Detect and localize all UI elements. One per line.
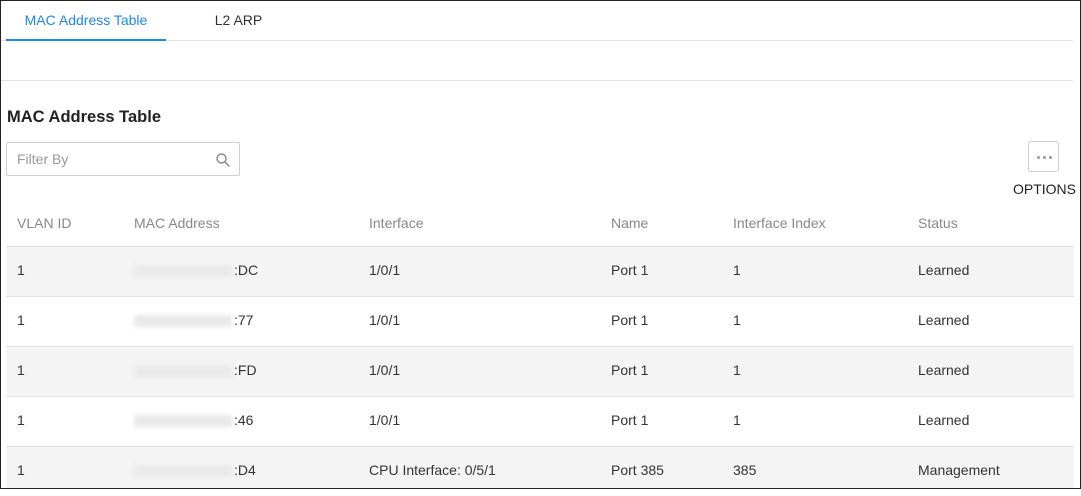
column-header-name[interactable]: Name	[611, 215, 648, 231]
divider	[1, 80, 1073, 81]
index-cell: 1	[733, 312, 741, 328]
name-cell: Port 1	[611, 312, 649, 328]
status-cell: Learned	[918, 362, 970, 378]
vlan-cell: 1	[17, 262, 25, 278]
name-cell: Port 1	[611, 412, 649, 428]
column-header-vlan-id[interactable]: VLAN ID	[17, 215, 71, 231]
table-row[interactable]: 1 :DC 1/0/1 Port 1 1 Learned	[6, 246, 1074, 296]
mac-cell: :46	[134, 397, 253, 446]
column-header-status[interactable]: Status	[918, 215, 958, 231]
index-cell: 1	[733, 412, 741, 428]
column-header-interface[interactable]: Interface	[369, 215, 423, 231]
table-row[interactable]: 1 :D4 CPU Interface: 0/5/1 Port 385 385 …	[6, 446, 1074, 488]
redacted-mac	[134, 465, 232, 478]
mac-suffix: :77	[234, 312, 254, 328]
mac-cell: :FD	[134, 347, 257, 396]
redacted-mac	[134, 415, 232, 428]
interface-cell: 1/0/1	[369, 412, 401, 428]
column-header-mac-address[interactable]: MAC Address	[134, 215, 220, 231]
mac-cell: :77	[134, 297, 253, 346]
tab-bar: MAC Address Table L2 ARP	[1, 1, 1073, 41]
index-cell: 1	[733, 362, 741, 378]
status-cell: Learned	[918, 412, 970, 428]
search-icon[interactable]	[215, 152, 231, 168]
status-cell: Learned	[918, 262, 970, 278]
options-label: OPTIONS	[1013, 181, 1077, 197]
vlan-cell: 1	[17, 312, 25, 328]
table-row[interactable]: 1 :FD 1/0/1 Port 1 1 Learned	[6, 346, 1074, 396]
redacted-mac	[134, 365, 232, 378]
index-cell: 1	[733, 262, 741, 278]
name-cell: Port 1	[611, 362, 649, 378]
mac-suffix: :D4	[234, 462, 256, 478]
tab-l2-arp[interactable]: L2 ARP	[191, 1, 286, 40]
table-row[interactable]: 1 :77 1/0/1 Port 1 1 Learned	[6, 296, 1074, 346]
interface-cell: 1/0/1	[369, 262, 401, 278]
name-cell: Port 1	[611, 262, 649, 278]
filter-box	[6, 142, 240, 176]
vlan-cell: 1	[17, 362, 25, 378]
status-cell: Learned	[918, 312, 970, 328]
vlan-cell: 1	[17, 412, 25, 428]
mac-suffix: :FD	[234, 362, 257, 378]
mac-suffix: :DC	[234, 262, 259, 278]
mac-suffix: :46	[234, 412, 254, 428]
column-header-interface-index[interactable]: Interface Index	[733, 215, 826, 231]
filter-input[interactable]	[7, 143, 212, 175]
section-title: MAC Address Table	[7, 108, 162, 126]
interface-cell: 1/0/1	[369, 362, 401, 378]
interface-cell: 1/0/1	[369, 312, 401, 328]
tab-mac-address-table[interactable]: MAC Address Table	[6, 1, 166, 41]
table-row[interactable]: 1 :46 1/0/1 Port 1 1 Learned	[6, 396, 1074, 446]
redacted-mac	[134, 315, 232, 328]
mac-cell: :DC	[134, 247, 258, 296]
redacted-mac	[134, 265, 232, 278]
options-button[interactable]	[1028, 141, 1059, 172]
